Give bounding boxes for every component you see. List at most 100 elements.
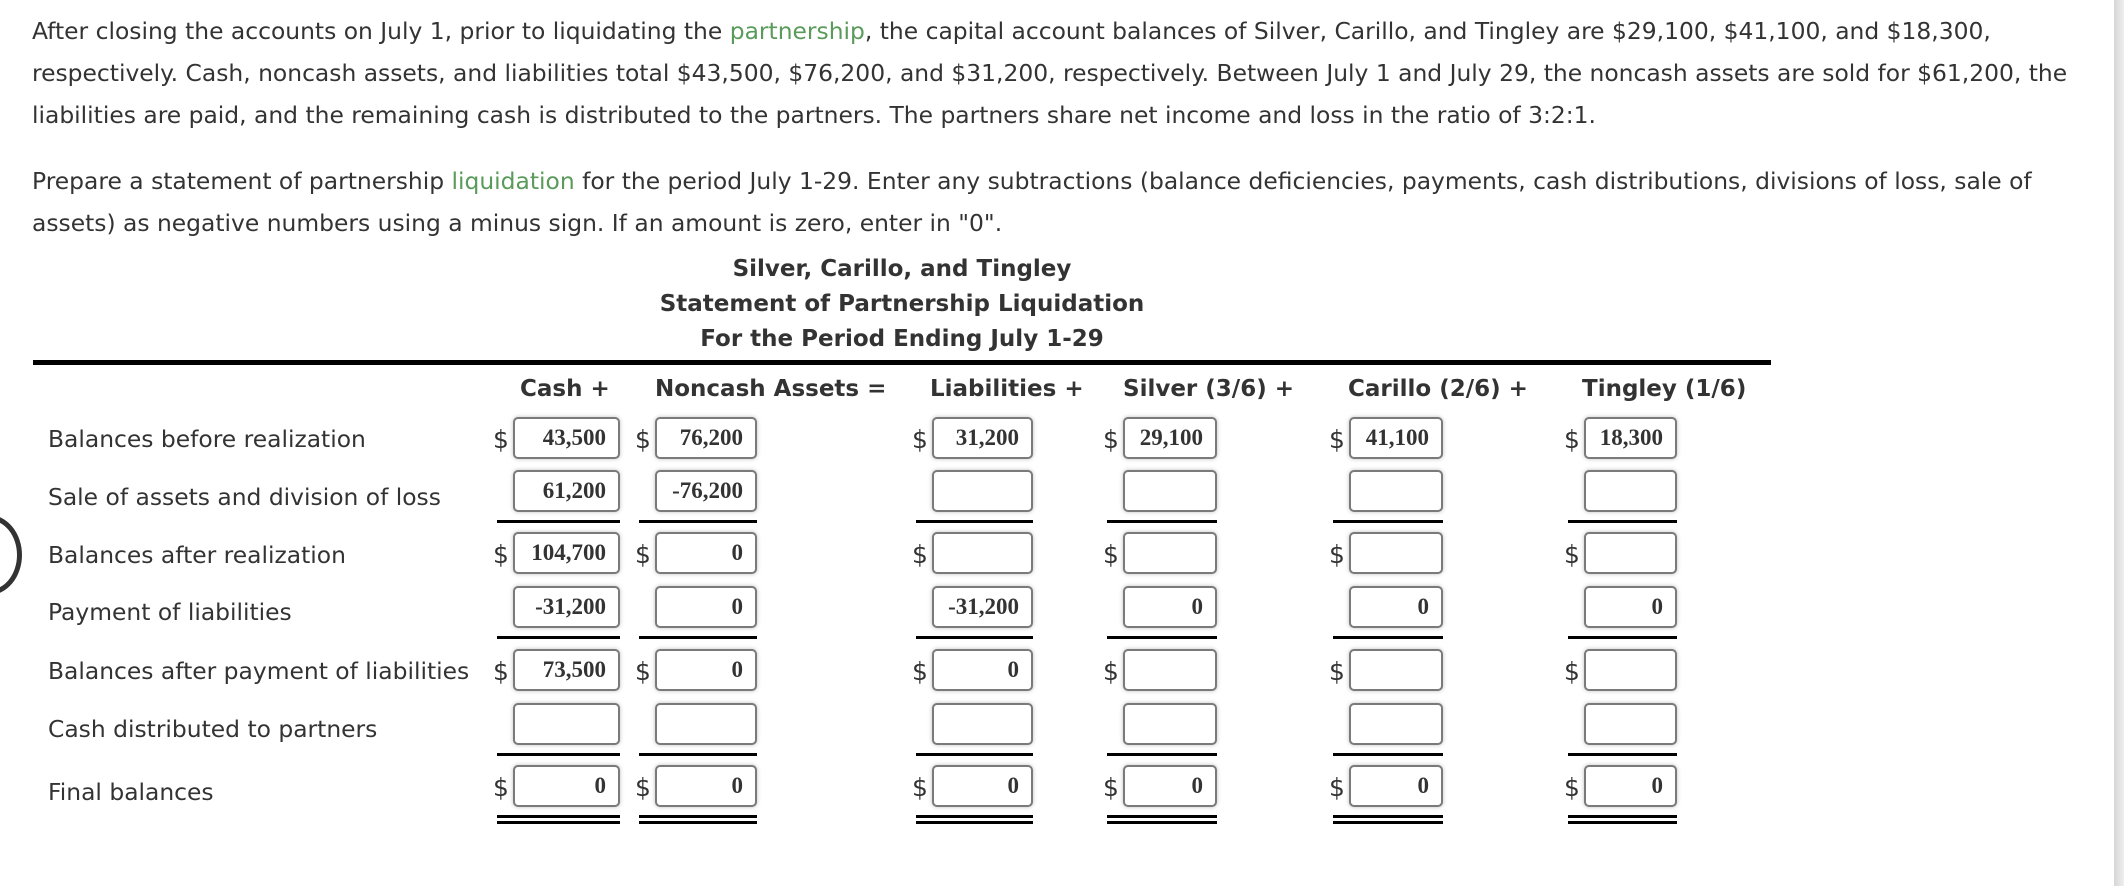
total-double-rule: [639, 815, 757, 824]
problem-text-segment: After closing the accounts on July 1, pr…: [32, 17, 730, 45]
amount-input-tingley[interactable]: [1584, 470, 1677, 512]
dollar-sign: $: [912, 773, 928, 802]
amount-input-noncash[interactable]: [655, 765, 757, 807]
statement-title: Statement of Partnership Liquidation: [659, 291, 1145, 317]
amount-input-cash[interactable]: [513, 586, 620, 628]
amount-input-carillo[interactable]: [1349, 649, 1443, 691]
amount-input-noncash[interactable]: [655, 532, 757, 574]
amount-input-liabilities[interactable]: [932, 649, 1033, 691]
amount-input-liabilities[interactable]: [932, 532, 1033, 574]
amount-input-carillo[interactable]: [1349, 417, 1443, 459]
circle-indicator-fragment: [0, 515, 22, 595]
amount-input-tingley[interactable]: [1584, 765, 1677, 807]
amount-input-carillo[interactable]: [1349, 532, 1443, 574]
dollar-sign: $: [912, 540, 928, 569]
dollar-sign: $: [635, 540, 651, 569]
amount-input-silver[interactable]: [1123, 417, 1217, 459]
row-label: Final balances: [48, 778, 214, 806]
subtotal-rule: [1333, 753, 1443, 756]
statement-company: Silver, Carillo, and Tingley: [732, 256, 1072, 282]
amount-input-silver[interactable]: [1123, 470, 1217, 512]
row-label: Payment of liabilities: [48, 598, 292, 626]
amount-input-cash[interactable]: [513, 703, 620, 745]
amount-input-liabilities[interactable]: [932, 417, 1033, 459]
total-double-rule: [497, 815, 620, 824]
amount-input-silver[interactable]: [1123, 532, 1217, 574]
subtotal-rule: [1333, 520, 1443, 523]
amount-input-tingley[interactable]: [1584, 532, 1677, 574]
amount-input-carillo[interactable]: [1349, 470, 1443, 512]
column-header-cash: Cash +: [520, 376, 610, 402]
dollar-sign: $: [1329, 657, 1345, 686]
total-double-rule: [1107, 815, 1217, 824]
row-label: Balances after realization: [48, 541, 346, 569]
subtotal-rule: [1568, 636, 1677, 639]
subtotal-rule: [497, 520, 620, 523]
dollar-sign: $: [1103, 773, 1119, 802]
amount-input-tingley[interactable]: [1584, 703, 1677, 745]
dollar-sign: $: [493, 773, 509, 802]
problem-text-segment: Prepare a statement of partnership: [32, 167, 452, 195]
statement-period: For the Period Ending July 1-29: [700, 326, 1104, 352]
row-label: Sale of assets and division of loss: [48, 483, 441, 511]
amount-input-liabilities[interactable]: [932, 765, 1033, 807]
dollar-sign: $: [635, 425, 651, 454]
column-header-silver: Silver (3/6) +: [1123, 376, 1294, 402]
subtotal-rule: [639, 753, 757, 756]
subtotal-rule: [497, 636, 620, 639]
amount-input-liabilities[interactable]: [932, 703, 1033, 745]
amount-input-cash[interactable]: [513, 470, 620, 512]
scrollbar[interactable]: [2114, 0, 2124, 886]
amount-input-cash[interactable]: [513, 649, 620, 691]
subtotal-rule: [497, 753, 620, 756]
amount-input-noncash[interactable]: [655, 417, 757, 459]
problem-paragraph-2: Prepare a statement of partnership liqui…: [32, 160, 2112, 244]
amount-input-tingley[interactable]: [1584, 586, 1677, 628]
column-header-carillo: Carillo (2/6) +: [1348, 376, 1528, 402]
column-header-noncash: Noncash Assets =: [655, 376, 887, 402]
dollar-sign: $: [635, 657, 651, 686]
liquidation-link[interactable]: liquidation: [452, 167, 575, 195]
amount-input-silver[interactable]: [1123, 586, 1217, 628]
column-header-liabilities: Liabilities +: [930, 376, 1084, 402]
amount-input-cash[interactable]: [513, 765, 620, 807]
subtotal-rule: [639, 636, 757, 639]
dollar-sign: $: [1103, 540, 1119, 569]
amount-input-silver[interactable]: [1123, 765, 1217, 807]
amount-input-cash[interactable]: [513, 417, 620, 459]
amount-input-noncash[interactable]: [655, 586, 757, 628]
total-double-rule: [1568, 815, 1677, 824]
amount-input-noncash[interactable]: [655, 703, 757, 745]
dollar-sign: $: [1103, 657, 1119, 686]
dollar-sign: $: [1329, 425, 1345, 454]
heading-rule: [33, 360, 1771, 365]
amount-input-carillo[interactable]: [1349, 703, 1443, 745]
row-label: Cash distributed to partners: [48, 715, 378, 743]
dollar-sign: $: [912, 657, 928, 686]
amount-input-tingley[interactable]: [1584, 417, 1677, 459]
amount-input-liabilities[interactable]: [932, 470, 1033, 512]
amount-input-liabilities[interactable]: [932, 586, 1033, 628]
statement-heading: Silver, Carillo, and Tingley Statement o…: [33, 252, 1771, 357]
dollar-sign: $: [493, 657, 509, 686]
amount-input-silver[interactable]: [1123, 703, 1217, 745]
column-header-tingley: Tingley (1/6): [1582, 376, 1747, 402]
subtotal-rule: [1107, 636, 1217, 639]
amount-input-tingley[interactable]: [1584, 649, 1677, 691]
dollar-sign: $: [1103, 425, 1119, 454]
dollar-sign: $: [1564, 657, 1580, 686]
problem-paragraph-1: After closing the accounts on July 1, pr…: [32, 10, 2112, 136]
amount-input-carillo[interactable]: [1349, 765, 1443, 807]
amount-input-silver[interactable]: [1123, 649, 1217, 691]
dollar-sign: $: [493, 540, 509, 569]
amount-input-noncash[interactable]: [655, 649, 757, 691]
amount-input-noncash[interactable]: [655, 470, 757, 512]
partnership-link[interactable]: partnership: [730, 17, 865, 45]
subtotal-rule: [916, 636, 1033, 639]
amount-input-carillo[interactable]: [1349, 586, 1443, 628]
amount-input-cash[interactable]: [513, 532, 620, 574]
dollar-sign: $: [493, 425, 509, 454]
subtotal-rule: [916, 520, 1033, 523]
row-label: Balances after payment of liabilities: [48, 657, 470, 685]
dollar-sign: $: [912, 425, 928, 454]
